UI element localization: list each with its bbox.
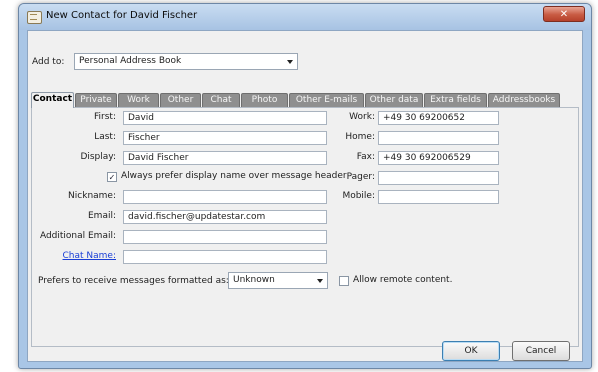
display-name-input[interactable]: David Fischer <box>123 151 327 165</box>
add-to-label: Add to: <box>32 57 65 67</box>
chevron-down-icon <box>317 278 323 283</box>
work-phone-input[interactable]: +49 30 69200652 <box>378 111 499 125</box>
home-phone-input[interactable] <box>378 131 499 145</box>
pager-label: Pager: <box>346 172 375 182</box>
address-card-icon <box>27 11 42 24</box>
last-name-label: Last: <box>94 132 116 142</box>
title-bar[interactable]: New Contact for David Fischer ✕ <box>19 4 591 30</box>
work-phone-label: Work: <box>349 112 375 122</box>
tab-other[interactable]: Other <box>160 93 201 107</box>
dialog-window: New Contact for David Fischer ✕ Add to: … <box>18 3 592 369</box>
home-phone-label: Home: <box>345 132 375 142</box>
tab-contact[interactable]: Contact <box>31 92 74 108</box>
prefer-display-checkbox[interactable]: ✓ <box>107 172 117 182</box>
address-book-select[interactable]: Personal Address Book <box>74 53 298 70</box>
chevron-down-icon <box>287 59 293 64</box>
tab-extra-fields[interactable]: Extra fields <box>424 93 487 107</box>
fax-input[interactable]: +49 30 692006529 <box>378 151 499 165</box>
chat-name-link[interactable]: Chat Name: <box>63 251 116 261</box>
remote-content-checkbox[interactable] <box>339 276 349 286</box>
format-label: Prefers to receive messages formatted as… <box>38 276 229 286</box>
additional-email-input[interactable] <box>123 230 327 244</box>
additional-email-label: Additional Email: <box>39 231 116 241</box>
close-button[interactable]: ✕ <box>543 6 585 22</box>
ok-button[interactable]: OK <box>442 341 500 361</box>
address-book-value: Personal Address Book <box>79 56 182 66</box>
tab-work[interactable]: Work <box>118 93 159 107</box>
close-icon: ✕ <box>559 9 569 20</box>
format-value: Unknown <box>233 275 275 285</box>
chat-name-input[interactable] <box>123 250 327 264</box>
nickname-label: Nickname: <box>68 191 116 201</box>
format-select[interactable]: Unknown <box>228 272 328 289</box>
nickname-input[interactable] <box>123 190 327 204</box>
prefer-display-label: Always prefer display name over message … <box>121 171 347 181</box>
tab-chat[interactable]: Chat <box>202 93 240 107</box>
dialog-body: Add to: Personal Address Book Contact Pr… <box>27 30 583 362</box>
tab-private[interactable]: Private <box>75 93 117 107</box>
tab-other-data[interactable]: Other data <box>365 93 423 107</box>
first-name-label: First: <box>94 112 116 122</box>
last-name-input[interactable]: Fischer <box>123 131 327 145</box>
window-title: New Contact for David Fischer <box>46 10 198 21</box>
email-input[interactable]: david.fischer@updatestar.com <box>123 210 327 224</box>
mobile-label: Mobile: <box>342 191 375 201</box>
contact-panel: First: Last: Display: Nickname: Email: A… <box>31 107 579 347</box>
pager-input[interactable] <box>378 171 499 185</box>
checkmark-icon: ✓ <box>108 173 116 182</box>
display-name-label: Display: <box>80 152 116 162</box>
remote-content-label: Allow remote content. <box>353 275 453 285</box>
first-name-input[interactable]: David <box>123 111 327 125</box>
tab-photo[interactable]: Photo <box>241 93 288 107</box>
tab-other-emails[interactable]: Other E-mails <box>289 93 364 107</box>
tab-addressbooks[interactable]: Addressbooks <box>488 93 560 107</box>
mobile-input[interactable] <box>378 190 499 204</box>
fax-label: Fax: <box>356 152 375 162</box>
cancel-button[interactable]: Cancel <box>512 341 570 361</box>
email-label: Email: <box>87 211 116 221</box>
